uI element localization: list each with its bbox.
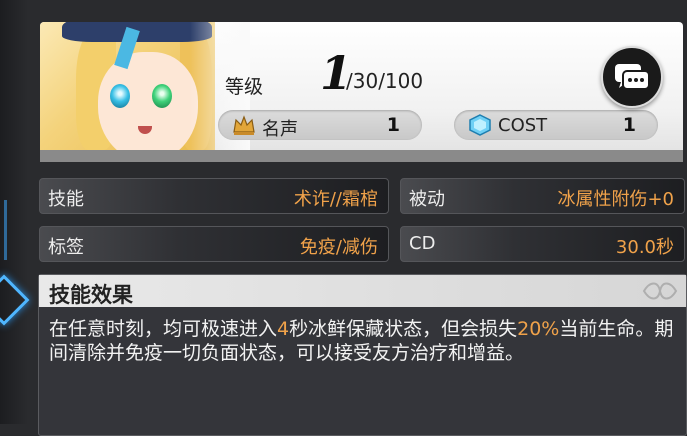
character-portrait (40, 22, 215, 150)
fame-value: 1 (386, 114, 400, 136)
cd-row: CD 30.0秒 (400, 226, 685, 262)
chat-bubbles-icon (615, 64, 650, 90)
tag-key: 标签 (48, 237, 84, 258)
effect-highlight-seconds: 4 (277, 318, 290, 340)
effect-title-bar: 技能效果 (39, 275, 686, 307)
skill-effect-panel: 技能效果 在任意时刻，均可极速进入4秒冰鲜保藏状态，但会损失20%当前生命。期间… (38, 274, 687, 436)
cd-value: 30.0秒 (615, 237, 674, 258)
effect-title: 技能效果 (49, 283, 133, 307)
skill-key: 技能 (48, 189, 84, 210)
character-header-card: 等级 1 /30/100 名声 1 COST 1 (40, 22, 683, 150)
cost-label: COST (498, 115, 548, 136)
cd-key: CD (409, 233, 436, 254)
rail-ornament-line (0, 200, 7, 260)
tag-value: 免疫/减伤 (299, 237, 378, 258)
passive-row: 被动 冰属性附伤+0 (400, 178, 685, 214)
effect-description: 在任意时刻，均可极速进入4秒冰鲜保藏状态，但会损失20%当前生命。期间清除并免疫… (49, 317, 679, 365)
effect-text-part-2: 秒冰鲜保藏状态，但会损失 (289, 318, 518, 340)
header-divider-bar (40, 150, 683, 162)
hexagon-gem-icon (469, 114, 491, 136)
portrait-eye-left (110, 84, 130, 108)
chat-button[interactable] (601, 46, 663, 108)
effect-highlight-percent: 20% (517, 318, 560, 340)
side-rail (0, 0, 30, 424)
fame-label: 名声 (262, 119, 298, 140)
level-label: 等级 (225, 76, 264, 98)
passive-value: 冰属性附伤+0 (557, 189, 674, 210)
passive-key: 被动 (409, 189, 445, 210)
rail-diamond-ornament (0, 274, 30, 326)
fame-pill: 名声 1 (218, 110, 422, 140)
cost-value: 1 (622, 114, 636, 136)
tag-row: 标签 免疫/减伤 (39, 226, 389, 262)
skill-value: 术诈//霜棺 (293, 189, 378, 210)
cost-pill: COST 1 (454, 110, 658, 140)
level-max: /30/100 (346, 69, 424, 93)
skill-row: 技能 术诈//霜棺 (39, 178, 389, 214)
crown-icon (233, 115, 255, 135)
portrait-eye-right (152, 84, 172, 108)
effect-text-part-1: 在任意时刻，均可极速进入 (49, 318, 278, 340)
knot-ornament-icon (642, 282, 678, 300)
